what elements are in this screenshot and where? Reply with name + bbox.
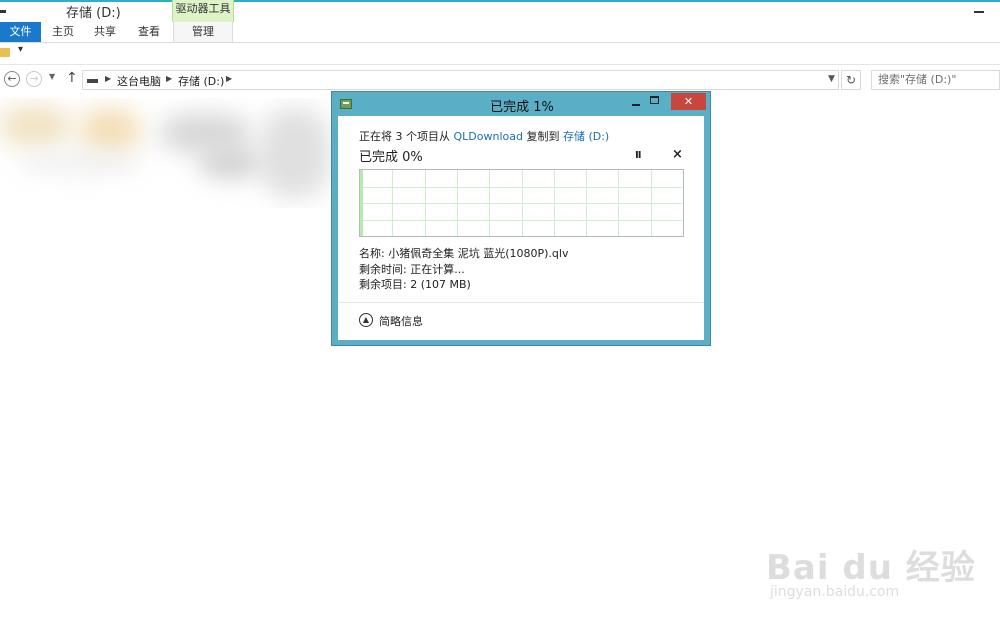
dialog-divider xyxy=(338,302,704,303)
breadcrumb-separator-icon[interactable]: ▶ xyxy=(226,74,232,83)
title-bar xyxy=(0,0,1000,22)
folder-icon[interactable] xyxy=(0,48,10,57)
progress-fill xyxy=(360,170,363,236)
time-remaining-line: 剩余时间: 正在计算... xyxy=(359,262,465,276)
fewer-details-label: 简略信息 xyxy=(379,315,423,328)
tab-home[interactable]: 主页 xyxy=(45,22,81,42)
items-remaining-line: 剩余项目: 2 (107 MB) xyxy=(359,278,471,291)
navigation-bar: ← → ▼ ↑ ▶ 这台电脑 ▶ 存储 (D:) ▶ ▼ ↻ 搜索"存储 (D:… xyxy=(0,65,1000,93)
chevron-up-circle-icon: ▲ xyxy=(359,313,373,327)
speed-graph-svg xyxy=(360,170,683,236)
address-history-dropdown-icon[interactable]: ▼ xyxy=(828,74,835,84)
up-arrow-icon[interactable]: ↑ xyxy=(66,70,78,86)
tab-view[interactable]: 查看 xyxy=(131,22,167,42)
dialog-maximize-button[interactable] xyxy=(650,96,659,104)
file-list-blurred xyxy=(0,98,332,208)
dialog-body: 正在将 3 个项目从 QLDownload 复制到 存储 (D:) 已完成 0%… xyxy=(338,116,704,340)
refresh-button[interactable]: ↻ xyxy=(841,70,861,90)
baidu-jingyan-watermark: Bai du 经验 jingyan.baidu.com xyxy=(760,520,990,610)
system-menu-icon[interactable] xyxy=(0,10,6,13)
window-title: 存储 (D:) xyxy=(66,6,121,21)
watermark-url: jingyan.baidu.com xyxy=(770,584,900,600)
tab-share[interactable]: 共享 xyxy=(87,22,123,42)
copy-to-text: 复制到 xyxy=(526,130,560,143)
recent-locations-chevron-icon[interactable]: ▼ xyxy=(49,72,55,81)
copy-progress-dialog: 已完成 1% ✕ 正在将 3 个项目从 QLDownload 复制到 存储 (D… xyxy=(331,91,711,346)
copy-prefix-text: 正在将 3 个项目从 xyxy=(359,130,450,143)
address-bar[interactable]: ▶ 这台电脑 ▶ 存储 (D:) ▶ ▼ xyxy=(82,70,839,90)
dialog-close-button[interactable]: ✕ xyxy=(671,93,706,110)
forward-button[interactable]: → xyxy=(26,71,42,87)
transfer-details: 名称: 小猪佩奇全集 泥坑 蓝光(1080P).qlv 剩余时间: 正在计算..… xyxy=(359,246,568,293)
drive-icon xyxy=(87,79,98,83)
search-input[interactable]: 搜索"存储 (D:)" xyxy=(871,70,1000,90)
dialog-minimize-button[interactable] xyxy=(628,94,644,110)
copy-description: 正在将 3 个项目从 QLDownload 复制到 存储 (D:) xyxy=(359,128,609,144)
drive-tools-context-tab: 驱动器工具 xyxy=(172,0,234,22)
breadcrumb-separator-icon[interactable]: ▶ xyxy=(166,74,172,83)
breadcrumb-this-pc[interactable]: 这台电脑 xyxy=(117,73,161,89)
tab-manage[interactable]: 管理 xyxy=(173,22,233,42)
tab-file[interactable]: 文件 xyxy=(0,22,41,42)
breadcrumb-separator-icon[interactable]: ▶ xyxy=(105,74,111,83)
progress-heading: 已完成 0% xyxy=(359,150,423,165)
cancel-button[interactable]: × xyxy=(672,147,683,162)
file-name-line: 名称: 小猪佩奇全集 泥坑 蓝光(1080P).qlv xyxy=(359,247,569,260)
customize-dropdown-icon[interactable]: ▾ xyxy=(18,44,23,55)
ribbon-tabs: 文件 主页 共享 查看 管理 xyxy=(0,22,1000,43)
source-folder-link[interactable]: QLDownload xyxy=(454,130,523,143)
breadcrumb-drive-d[interactable]: 存储 (D:) xyxy=(178,73,224,89)
back-button[interactable]: ← xyxy=(4,71,20,87)
quick-access-toolbar: ▾ xyxy=(0,43,1000,65)
pause-button[interactable]: II xyxy=(635,150,642,161)
minimize-button[interactable] xyxy=(968,4,990,16)
destination-drive-link[interactable]: 存储 (D:) xyxy=(563,130,609,143)
transfer-speed-graph xyxy=(359,169,684,237)
watermark-logo-text: Bai du 经验 xyxy=(766,548,976,588)
